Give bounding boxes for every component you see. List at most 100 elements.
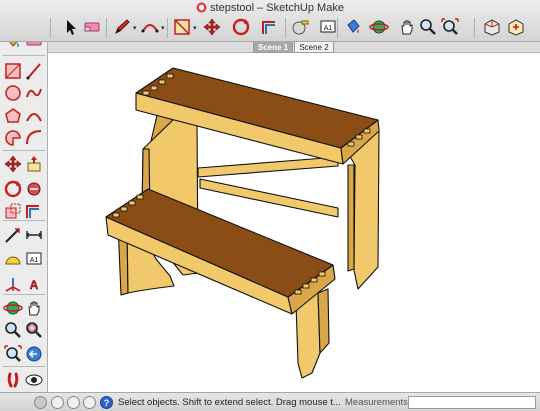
palette-walk-button[interactable]: [3, 370, 23, 390]
palette-tape-measure-button[interactable]: [3, 225, 23, 245]
info-icon[interactable]: [51, 396, 64, 409]
toolbar-pan-button[interactable]: [397, 17, 417, 37]
dovetail-pin: [150, 85, 158, 91]
toolbar-tape-measure-button[interactable]: [290, 17, 310, 37]
sketchup-app-icon: [196, 2, 207, 13]
tab-scene-2[interactable]: Scene 2: [294, 42, 334, 53]
tab-scene-1[interactable]: Scene 1: [253, 42, 293, 53]
palette-pie-button[interactable]: [3, 128, 23, 148]
freehand-icon: [26, 88, 42, 98]
palette-arc-button[interactable]: [24, 106, 44, 126]
palette-follow-me-button[interactable]: [24, 179, 44, 199]
toolbar-separator: [474, 18, 475, 38]
scene-tab-bar: Scene 1 Scene 2: [48, 42, 540, 53]
dovetail-pin: [136, 194, 144, 200]
palette-polygon-button[interactable]: [3, 106, 23, 126]
palette-text-button[interactable]: A1: [24, 249, 44, 269]
user-icon[interactable]: [83, 396, 96, 409]
offset-icon: [26, 205, 39, 218]
palette-push-pull-button[interactable]: [24, 154, 44, 174]
palette-orbit-button[interactable]: [3, 298, 23, 318]
palette-dimension-button[interactable]: [24, 225, 44, 245]
geo-location-icon[interactable]: [34, 396, 47, 409]
palette-zoom-window-button[interactable]: [24, 320, 44, 340]
palette-separator: [3, 55, 45, 56]
help-icon[interactable]: ?: [100, 396, 113, 409]
toolbar-3d-warehouse-button[interactable]: [482, 17, 502, 37]
measurements-label: Measurements: [345, 397, 408, 408]
tape-measure-icon: [5, 228, 20, 243]
palette-scale-button[interactable]: [3, 201, 23, 221]
move-icon: [203, 18, 221, 36]
window-title-text: stepstool – SketchUp Make: [210, 2, 344, 14]
text-icon: A1: [26, 252, 42, 265]
3d-text-icon: A: [29, 278, 38, 292]
line-icon: [26, 63, 41, 80]
palette-freehand-button[interactable]: [24, 83, 44, 103]
toolbar-rotate-button[interactable]: [231, 17, 251, 37]
pan-icon: [28, 301, 40, 316]
chevron-down-icon[interactable]: ▾: [133, 24, 137, 32]
toolbar-text-button[interactable]: A1: [318, 17, 338, 37]
toolbar-push-pull-button[interactable]: [172, 17, 192, 37]
palette-rotate-button[interactable]: [3, 179, 23, 199]
palette-circle-button[interactable]: [3, 83, 23, 103]
toolbar-eraser-button[interactable]: [82, 17, 102, 37]
palette-move-button[interactable]: [3, 154, 23, 174]
orbit-icon: [3, 301, 23, 315]
palette-two-point-arc-button[interactable]: [24, 128, 44, 148]
palette-protractor-button[interactable]: [3, 249, 23, 269]
arc-icon: [141, 24, 159, 33]
toolbar-orbit-button[interactable]: [369, 17, 389, 37]
text-icon: A1: [320, 20, 336, 33]
toolbar-separator: [337, 18, 338, 38]
paint-bucket-icon: [347, 19, 360, 33]
toolbar-zoom-button[interactable]: [418, 17, 438, 37]
chevron-down-icon[interactable]: ▾: [161, 24, 165, 32]
pencil-icon: [115, 19, 130, 35]
arc-icon: [26, 113, 42, 122]
status-bar: ? Select objects. Shift to extend select…: [0, 392, 540, 411]
toolbar-arc-button[interactable]: [140, 17, 160, 37]
dovetail-pin: [128, 200, 136, 206]
dovetail-pin: [112, 212, 120, 218]
svg-text:A1: A1: [30, 257, 39, 264]
palette-line-button[interactable]: [24, 61, 44, 81]
toolbar-pencil-button[interactable]: [112, 17, 132, 37]
credits-icon[interactable]: [67, 396, 80, 409]
measurements-input[interactable]: [408, 396, 536, 409]
palette-previous-view-button[interactable]: [24, 344, 44, 364]
dovetail-pin: [158, 79, 166, 85]
chevron-down-icon[interactable]: ▾: [193, 24, 197, 32]
dovetail-pin: [363, 128, 371, 134]
palette-axes-button[interactable]: [3, 274, 23, 294]
toolbar-offset-button[interactable]: [260, 17, 280, 37]
push-pull-icon: [27, 156, 41, 172]
zoom-extents-icon: [4, 345, 22, 362]
toolbar-move-button[interactable]: [202, 17, 222, 37]
look-around-icon: [25, 374, 43, 386]
dovetail-pin: [302, 283, 310, 289]
palette-zoom-extents-button[interactable]: [3, 344, 23, 364]
offset-icon: [262, 21, 275, 34]
toolbar-paint-bucket-button[interactable]: [343, 17, 363, 37]
toolbar-select-arrow-button[interactable]: [60, 17, 80, 37]
model-viewport[interactable]: [48, 53, 540, 392]
walk-icon: [7, 372, 19, 388]
toolbar-zoom-extents-button[interactable]: [440, 17, 460, 37]
palette-pan-button[interactable]: [24, 298, 44, 318]
dovetail-pin: [347, 141, 355, 147]
move-icon: [4, 155, 22, 173]
palette-look-around-button[interactable]: [24, 370, 44, 390]
eraser-icon: [84, 22, 100, 32]
extension-warehouse-icon: [508, 19, 524, 36]
window-title: stepstool – SketchUp Make: [0, 2, 540, 14]
palette-rectangle-button[interactable]: [3, 61, 23, 81]
palette-offset-button[interactable]: [24, 201, 44, 221]
palette-3d-text-button[interactable]: A: [24, 274, 44, 294]
toolbar-extension-warehouse-button[interactable]: [506, 17, 526, 37]
dovetail-pin: [142, 90, 150, 96]
palette-separator: [3, 150, 45, 151]
palette-zoom-button[interactable]: [3, 320, 23, 340]
zoom-icon: [420, 19, 436, 35]
